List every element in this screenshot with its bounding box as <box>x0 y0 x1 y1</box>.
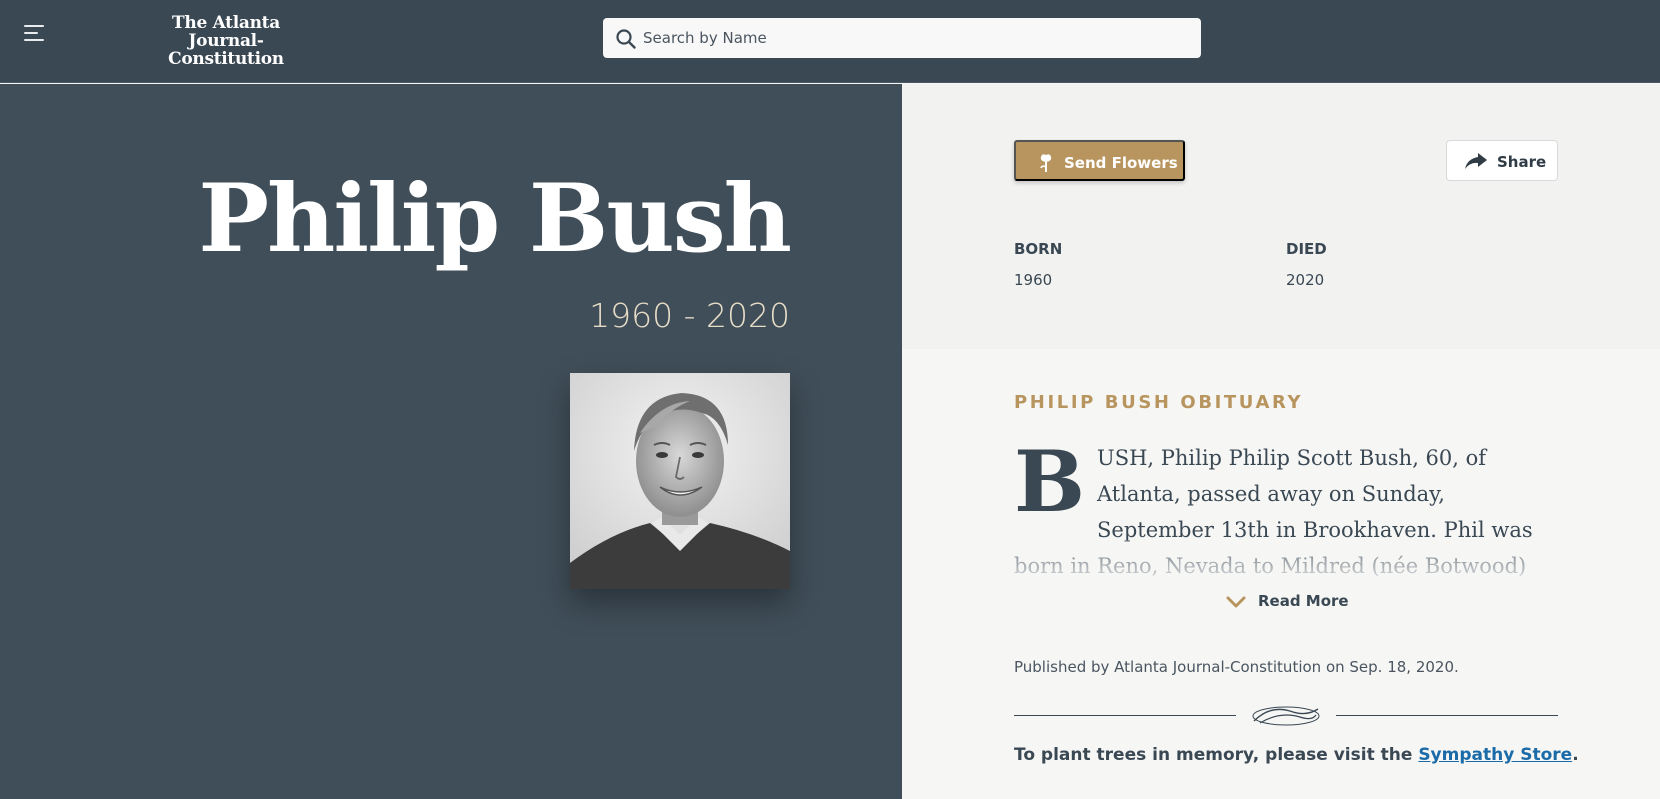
born-label: BORN <box>1014 240 1063 258</box>
site-logo[interactable]: The Atlanta Journal-Constitution <box>136 14 316 68</box>
portrait-photo[interactable] <box>570 373 790 589</box>
send-flowers-label: Send Flowers <box>1064 154 1178 172</box>
died-value: 2020 <box>1286 271 1325 289</box>
menu-icon[interactable] <box>24 24 46 42</box>
life-years: 1960 - 2020 <box>589 296 790 335</box>
share-label: Share <box>1497 153 1547 171</box>
plant-trees-text: To plant trees in memory, please visit t… <box>1014 745 1419 765</box>
obituary-fade-overlay <box>1014 540 1562 584</box>
send-flowers-button[interactable]: Send Flowers <box>1014 140 1185 181</box>
divider-left <box>1014 715 1236 716</box>
obituary-dropcap: B <box>1014 440 1085 531</box>
portrait-image <box>570 373 790 589</box>
hero-panel: Philip Bush 1960 - 2020 <box>0 84 902 799</box>
share-button[interactable]: Share <box>1446 140 1558 181</box>
flourish-ornament-icon <box>1252 706 1320 726</box>
share-arrow-icon <box>1465 153 1487 169</box>
top-navigation-bar: The Atlanta Journal-Constitution <box>0 0 1660 83</box>
search-input[interactable] <box>643 18 1193 58</box>
search-box <box>603 18 1201 58</box>
published-note: Published by Atlanta Journal-Constitutio… <box>1014 658 1459 676</box>
died-label: DIED <box>1286 240 1327 258</box>
sympathy-store-link[interactable]: Sympathy Store <box>1418 745 1572 765</box>
read-more-label: Read More <box>1258 592 1349 610</box>
read-more-button[interactable]: Read More <box>1226 592 1349 610</box>
logo-line-1: The Atlanta <box>172 13 280 33</box>
search-icon <box>616 29 636 49</box>
actions-panel <box>902 84 1660 349</box>
plant-trees-suffix: . <box>1572 745 1579 765</box>
logo-line-2: Journal-Constitution <box>168 31 284 69</box>
divider-right <box>1336 715 1558 716</box>
chevron-down-icon <box>1226 596 1246 608</box>
flower-icon <box>1040 154 1052 172</box>
obituary-heading: PHILIP BUSH OBITUARY <box>1014 392 1304 413</box>
born-value: 1960 <box>1014 271 1053 289</box>
plant-trees-note: To plant trees in memory, please visit t… <box>1014 745 1579 765</box>
deceased-name: Philip Bush <box>198 164 792 274</box>
